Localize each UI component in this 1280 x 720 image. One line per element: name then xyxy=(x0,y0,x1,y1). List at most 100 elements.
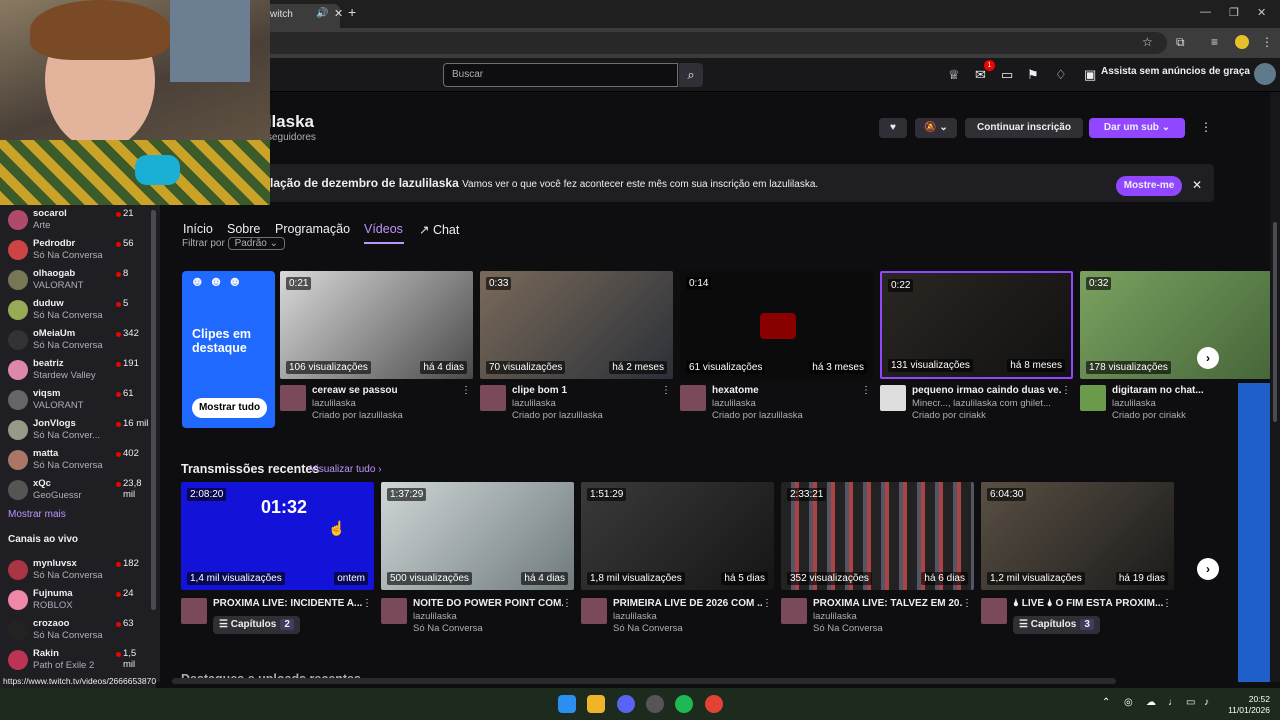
chapters-button[interactable]: ☰ Capítulos 3 xyxy=(1013,616,1100,634)
clip-channel[interactable]: lazulilaska xyxy=(312,398,472,409)
continue-sub-button[interactable]: Continuar inscrição xyxy=(965,118,1083,138)
stream-title[interactable]: 🌢 LIVE 🌢 O FIM ESTÁ PRÓXIM... xyxy=(1013,598,1163,609)
stream-menu-icon[interactable]: ⋮ xyxy=(362,598,372,609)
tab-videos[interactable]: Vídeos xyxy=(364,222,403,236)
start-icon[interactable] xyxy=(558,695,576,713)
search-icon[interactable]: ⌕ xyxy=(679,63,703,87)
sidebar-channel-item[interactable]: viqsm VALORANT 61 xyxy=(0,386,150,416)
stream-channel[interactable]: lazulilaska xyxy=(613,611,773,622)
sidebar-channel-item[interactable]: Pedrodbr Só Na Conversa 56 xyxy=(0,236,150,266)
stream-thumbnail[interactable]: 1:51:29 1,8 mil visualizações há 5 dias xyxy=(581,482,774,590)
discord-icon[interactable] xyxy=(617,695,635,713)
tab-schedule[interactable]: Programação xyxy=(275,222,350,236)
clip-title[interactable]: hexatome xyxy=(712,385,862,396)
show-me-button[interactable]: Mostre-me xyxy=(1116,176,1182,196)
sidebar-channel-item[interactable]: duduw Só Na Conversa 5 xyxy=(0,296,150,326)
tray-network-icon[interactable]: ▭ xyxy=(1186,697,1195,708)
clip-thumbnail[interactable]: 0:32 178 visualizações xyxy=(1080,271,1273,379)
sidebar-live-item[interactable]: Fujnuma ROBLOX 24 xyxy=(0,586,150,616)
tray-volume-icon[interactable]: ♪ xyxy=(1204,697,1209,708)
chapters-button[interactable]: ☰ Capítulos 2 xyxy=(213,616,300,634)
taskbar-clock[interactable]: 20:52 11/01/2026 xyxy=(1224,694,1270,716)
tray-mic-icon[interactable]: ♩ xyxy=(1168,697,1178,708)
horizontal-scrollbar[interactable] xyxy=(172,678,1116,684)
stream-thumbnail[interactable]: 6:04:30 1,2 mil visualizações há 19 dias xyxy=(981,482,1174,590)
stream-menu-icon[interactable]: ⋮ xyxy=(962,598,972,609)
extensions-icon[interactable]: ⧉ xyxy=(1176,35,1185,50)
adfree-button[interactable]: Assista sem anúncios de graça xyxy=(1101,66,1250,77)
inbox-icon[interactable]: ✉ xyxy=(975,67,986,83)
minimize-icon[interactable]: — xyxy=(1200,6,1211,18)
media-icon[interactable]: ≡ xyxy=(1211,35,1218,49)
sidebar-live-item[interactable]: mynluvsx Só Na Conversa 182 xyxy=(0,556,150,586)
prime-icon[interactable]: ♕ xyxy=(948,67,960,83)
clip-menu-icon[interactable]: ⋮ xyxy=(661,385,671,396)
stream-category[interactable]: Só Na Conversa xyxy=(613,623,683,634)
tray-app-icon[interactable]: ◎ xyxy=(1124,697,1133,708)
sidebar-channel-item[interactable]: oMeiaUm Só Na Conversa 342 xyxy=(0,326,150,356)
stream-title[interactable]: NOITE DO POWER POINT COM... xyxy=(413,598,563,609)
clip-thumbnail[interactable]: 0:14 61 visualizações há 3 meses xyxy=(680,271,873,379)
clip-channel[interactable]: lazulilaska xyxy=(712,398,872,409)
show-more-link[interactable]: Mostrar mais xyxy=(8,509,66,520)
stream-channel[interactable]: lazulilaska xyxy=(413,611,573,622)
stream-menu-icon[interactable]: ⋮ xyxy=(1162,598,1172,609)
stream-thumbnail[interactable]: 2:33:21 352 visualizações há 6 dias xyxy=(781,482,974,590)
clip-title[interactable]: clipe bom 1 xyxy=(512,385,662,396)
search-input[interactable]: Buscar xyxy=(443,63,678,87)
app-icon[interactable] xyxy=(646,695,664,713)
sidebar-channel-item[interactable]: socarol Arte 21 xyxy=(0,206,150,236)
clip-thumbnail[interactable]: 0:33 70 visualizações há 2 meses xyxy=(480,271,673,379)
view-all-link[interactable]: Visualizar tudo › xyxy=(310,464,382,475)
clip-menu-icon[interactable]: ⋮ xyxy=(461,385,471,396)
clips-next-arrow[interactable]: › xyxy=(1197,347,1219,369)
streams-next-arrow[interactable]: › xyxy=(1197,558,1219,580)
clip-title[interactable]: pequeno irmao caindo duas ve... xyxy=(912,385,1062,396)
stream-category[interactable]: Só Na Conversa xyxy=(413,623,483,634)
sidebar-channel-item[interactable]: xQc GeoGuessr 23,8 mil xyxy=(0,476,150,506)
page-scrollbar[interactable] xyxy=(1270,92,1280,682)
stream-title[interactable]: PROXIMA LIVE: TALVEZ EM 20... xyxy=(813,598,963,609)
tray-chevron-icon[interactable]: ⌃ xyxy=(1102,697,1110,708)
close-banner-icon[interactable]: ✕ xyxy=(1192,178,1202,192)
clip-channel[interactable]: lazulilaska xyxy=(512,398,672,409)
stream-title[interactable]: PRÓXIMA LIVE: INCIDENTE A... xyxy=(213,598,363,609)
sidebar-channel-item[interactable]: JonVlogs Só Na Conver... 16 mil xyxy=(0,416,150,446)
page-scroll-thumb[interactable] xyxy=(1273,222,1277,422)
maximize-icon[interactable]: ❐ xyxy=(1229,6,1239,19)
clip-title[interactable]: cereaw se passou xyxy=(312,385,462,396)
follow-heart-button[interactable]: ♥ xyxy=(879,118,907,138)
browser-tab[interactable]: witch 🔊 ✕ xyxy=(262,4,343,28)
sidebar-channel-item[interactable]: matta Só Na Conversa 402 xyxy=(0,446,150,476)
profile-icon[interactable] xyxy=(1235,35,1249,49)
chrome-icon[interactable] xyxy=(705,695,723,713)
clip-menu-icon[interactable]: ⋮ xyxy=(1061,385,1071,396)
stream-menu-icon[interactable]: ⋮ xyxy=(562,598,572,609)
tab-chat[interactable]: ↗ Chat xyxy=(419,222,459,237)
bits-icon[interactable]: ⚑ xyxy=(1027,67,1039,83)
sidebar-channel-item[interactable]: beatriz Stardew Valley 191 xyxy=(0,356,150,386)
clip-channel[interactable]: Minecr..., lazulilaska com ghilet... xyxy=(912,398,1072,409)
sidebar-scrollbar[interactable] xyxy=(151,210,156,610)
stream-category[interactable]: Só Na Conversa xyxy=(813,623,883,634)
tab-about[interactable]: Sobre xyxy=(227,222,260,236)
sidebar-channel-item[interactable]: olhaogab VALORANT 8 xyxy=(0,266,150,296)
tab-home[interactable]: Início xyxy=(183,222,213,236)
new-tab-button[interactable]: + xyxy=(348,4,356,20)
show-all-button[interactable]: Mostrar tudo xyxy=(192,398,267,418)
stream-title[interactable]: PRIMEIRA LIVE DE 2026 COM ... xyxy=(613,598,763,609)
close-window-icon[interactable]: ✕ xyxy=(1257,6,1266,19)
clip-menu-icon[interactable]: ⋮ xyxy=(861,385,871,396)
stream-thumbnail[interactable]: 1:37:29 500 visualizações há 4 dias xyxy=(381,482,574,590)
clip-thumbnail[interactable]: 0:21 106 visualizações há 4 dias xyxy=(280,271,473,379)
stream-channel[interactable]: lazulilaska xyxy=(813,611,973,622)
user-avatar[interactable] xyxy=(1254,63,1276,85)
menu-icon[interactable]: ⋮ xyxy=(1261,35,1273,49)
close-tab-icon[interactable]: ✕ xyxy=(326,4,343,24)
sidebar-live-item[interactable]: crozaoo Só Na Conversa 63 xyxy=(0,616,150,646)
stream-menu-icon[interactable]: ⋮ xyxy=(762,598,772,609)
more-options-icon[interactable]: ⋮ xyxy=(1200,120,1212,134)
explorer-icon[interactable] xyxy=(587,695,605,713)
clip-thumbnail[interactable]: 0:22 131 visualizações há 8 meses xyxy=(880,271,1073,379)
address-bar[interactable] xyxy=(262,32,1167,54)
